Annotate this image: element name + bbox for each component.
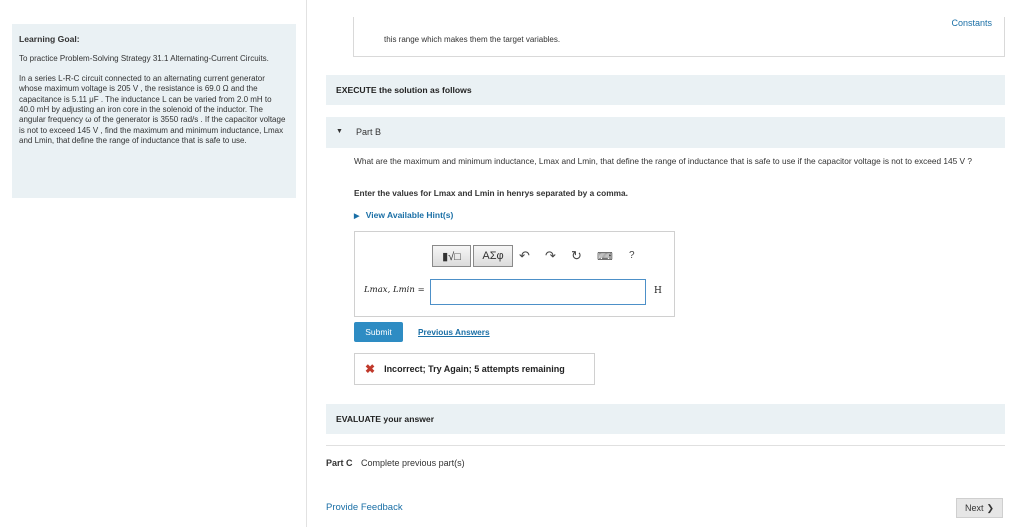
error-x-icon: ✖ [365,362,376,376]
previous-step-text: this range which makes them the target v… [384,35,561,44]
expand-triangle-icon: ▶ [354,213,360,220]
unit-label: H [654,286,662,296]
reset-icon[interactable]: ↻ [571,248,582,264]
collapse-caret-icon[interactable]: ▼ [336,128,343,135]
answer-variable-label: Lmax, Lmin = [364,285,425,295]
part-b-header[interactable]: ▼ Part B [326,117,1005,148]
submit-button[interactable]: Submit [354,322,403,342]
chevron-right-icon: ❯ [986,502,995,513]
learning-goal-title: Learning Goal: [19,34,80,44]
part-c-label: Part C [326,458,353,468]
help-button[interactable]: ? [629,250,635,261]
next-label: Next [964,503,984,513]
next-button[interactable]: Next ❯ [956,498,1003,518]
redo-icon[interactable]: ↷ [545,248,556,264]
part-c-status: Complete previous part(s) [361,458,465,468]
undo-icon[interactable]: ↶ [519,248,530,264]
part-c-row: Part C Complete previous part(s) [326,458,465,468]
answer-input[interactable] [430,279,646,305]
feedback-text: Incorrect; Try Again; 5 attempts remaini… [384,364,565,374]
math-toolbar: ▮√□ ΑΣφ [432,244,513,268]
greek-symbols-button[interactable]: ΑΣφ [473,245,513,267]
execute-section-header: EXECUTE the solution as follows [326,75,1005,105]
learning-goal-intro: To practice Problem-Solving Strategy 31.… [19,54,269,64]
part-b-question: What are the maximum and minimum inducta… [354,156,973,166]
keyboard-icon[interactable]: ⌨ [597,250,613,263]
part-b-label: Part B [356,127,382,137]
panel-divider [306,0,307,527]
evaluate-section-header: EVALUATE your answer [326,404,1005,434]
divider [326,445,1005,446]
previous-answers-link[interactable]: Previous Answers [418,327,490,337]
part-b-instruction: Enter the values for Lmax and Lmin in he… [354,188,628,198]
learning-goal-panel: Learning Goal: To practice Problem-Solvi… [12,24,296,198]
learning-goal-body: In a series L-R-C circuit connected to a… [19,73,286,146]
provide-feedback-link[interactable]: Provide Feedback [326,502,403,513]
previous-step-box: this range which makes them the target v… [353,17,1005,57]
view-hints-link[interactable]: ▶ View Available Hint(s) [354,210,453,220]
feedback-message: ✖ Incorrect; Try Again; 5 attempts remai… [354,353,595,385]
templates-button[interactable]: ▮√□ [432,245,471,267]
evaluate-label: EVALUATE your answer [336,414,435,424]
view-hints-label: View Available Hint(s) [365,210,454,220]
execute-label: EXECUTE the solution as follows [336,85,472,95]
